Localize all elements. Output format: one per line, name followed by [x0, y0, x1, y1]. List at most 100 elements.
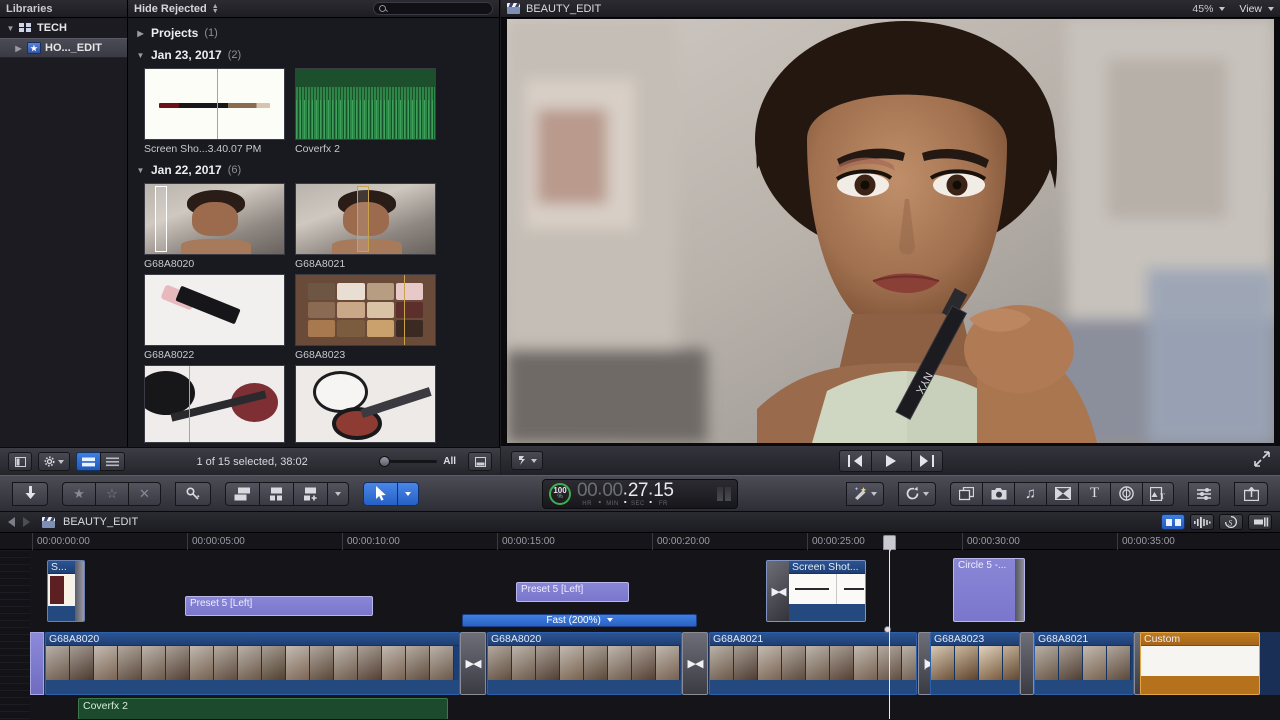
enhancement-button[interactable] — [846, 481, 884, 506]
browser-clip-compact[interactable] — [295, 365, 436, 443]
chevron-down-icon[interactable] — [1219, 6, 1226, 11]
timeline-transition-4[interactable] — [1020, 632, 1034, 695]
timecode-fields[interactable]: 00 HR : 00 MIN : 27 SEC : 15 FR — [577, 481, 674, 507]
timeline-clip-g68a8020-1[interactable]: G68A8020 — [45, 632, 460, 695]
audio-meters[interactable] — [717, 486, 731, 501]
viewer-view-menu[interactable]: View — [1239, 3, 1262, 15]
search-input[interactable] — [373, 2, 493, 15]
slider-knob[interactable] — [379, 456, 391, 467]
timeline-clip-custom[interactable]: Custom — [1140, 632, 1260, 695]
transitions-button[interactable] — [1046, 481, 1078, 506]
browser-body[interactable]: ▶ Projects (1) ▼ Jan 23, 2017 (2) Screen… — [128, 18, 499, 447]
select-tool-button[interactable] — [363, 481, 397, 506]
play-button[interactable] — [870, 449, 911, 472]
browser-group-projects[interactable]: ▶ Projects (1) — [136, 22, 499, 44]
filter-stepper-icon[interactable]: ▲ ▼ — [212, 3, 219, 15]
music-button[interactable]: ♫ — [1014, 481, 1046, 506]
timeline-body[interactable]: S... Preset 5 [Left] Preset 5 [Left] Fas… — [0, 550, 1280, 719]
timeline-transition-1[interactable]: ▶◀ — [460, 632, 486, 695]
clip-thumbnail[interactable] — [295, 183, 436, 255]
primary-storyline[interactable]: G68A8020 ▶◀ G68A8020 ▶◀ G68A8021 G68A802… — [30, 632, 1280, 695]
clip-thumbnail[interactable] — [144, 274, 285, 346]
viewer-image[interactable]: NYX — [507, 19, 1274, 443]
chevron-down-icon[interactable]: ▼ — [6, 24, 15, 33]
browser-clip-g68a8021[interactable]: G68A8021 — [295, 183, 436, 270]
inspector-button[interactable] — [1188, 481, 1220, 506]
clip-thumbnail[interactable] — [295, 68, 436, 140]
timecode-frames[interactable]: 15 FR — [653, 481, 674, 507]
fullscreen-button[interactable] — [1254, 451, 1270, 470]
themes-button[interactable]: T — [1142, 481, 1174, 506]
chevron-right-icon[interactable]: ▶ — [14, 44, 23, 53]
timeline-clip-g68a8020-2[interactable]: G68A8020 — [487, 632, 682, 695]
append-button[interactable] — [293, 481, 327, 506]
storyline-handle[interactable] — [30, 632, 44, 695]
slider-track[interactable] — [379, 456, 438, 467]
timecode-seconds[interactable]: 27 SEC — [628, 481, 649, 507]
retime-button[interactable] — [898, 481, 936, 506]
onscreen-controls-button[interactable] — [511, 451, 543, 470]
edit-options-button[interactable] — [327, 481, 349, 506]
timeline-retime-bar[interactable]: Fast (200%) — [462, 614, 697, 627]
timecode-minutes[interactable]: 00 MIN — [602, 481, 623, 507]
chevron-down-icon[interactable]: ▼ — [136, 51, 145, 60]
connect-button[interactable] — [225, 481, 259, 506]
clip-thumbnail[interactable] — [295, 365, 436, 443]
clip-thumbnail[interactable] — [144, 365, 285, 443]
list-view-button[interactable] — [100, 452, 125, 471]
browser-clip-coverfx-2[interactable]: Coverfx 2 — [295, 68, 436, 155]
timeline-back-button[interactable] — [8, 517, 15, 527]
clip-duration-slider[interactable]: All — [379, 456, 456, 467]
browser-clip-g68a8022[interactable]: G68A8022 — [144, 274, 285, 361]
favorite-button[interactable]: ★ — [62, 481, 95, 506]
tools-menu-button[interactable] — [397, 481, 419, 506]
audio-skimming-toggle[interactable] — [1190, 514, 1214, 530]
chevron-down-icon[interactable] — [606, 618, 613, 623]
reject-button[interactable]: ✕ — [128, 481, 161, 506]
sidebar-item-library-tech[interactable]: ▼ TECH — [0, 18, 127, 38]
filter-label[interactable]: Hide Rejected — [134, 3, 207, 15]
playhead-handle[interactable] — [883, 535, 896, 552]
chevron-down-icon[interactable]: ▼ — [136, 166, 145, 175]
timeline-clip-g68a8021-1[interactable]: G68A8021 — [709, 632, 917, 695]
filmstrip-view-button[interactable] — [76, 452, 100, 471]
browser-clip-screenshot[interactable]: Screen Sho...3.40.07 PM — [144, 68, 285, 155]
timeline-ruler[interactable]: 00:00:00:00 00:00:05:00 00:00:10:00 00:0… — [0, 533, 1280, 552]
effects-browser-button[interactable] — [950, 481, 982, 506]
browser-group-jan-23[interactable]: ▼ Jan 23, 2017 (2) — [136, 44, 499, 66]
keyword-button[interactable] — [175, 481, 211, 506]
unrate-button[interactable]: ☆ — [95, 481, 128, 506]
clip-thumbnail[interactable] — [295, 274, 436, 346]
go-to-start-button[interactable] — [838, 449, 871, 472]
timeline-title-clip-preset5-2[interactable]: Preset 5 [Left] — [516, 582, 629, 602]
timeline-title-clip-preset5-1[interactable]: Preset 5 [Left] — [185, 596, 373, 616]
clip-thumbnail[interactable] — [144, 68, 285, 140]
browser-clip-g68a8023[interactable]: G68A8023 — [295, 274, 436, 361]
action-menu-button[interactable] — [38, 452, 70, 471]
insert-button[interactable] — [259, 481, 293, 506]
viewer-zoom-menu[interactable]: 45% — [1192, 3, 1213, 15]
timecode-hours[interactable]: 00 HR — [577, 481, 598, 507]
sidebar-toggle-button[interactable] — [8, 452, 32, 471]
import-media-button[interactable] — [12, 481, 48, 506]
browser-group-jan-22[interactable]: ▼ Jan 22, 2017 (6) — [136, 159, 499, 181]
timeline-transition-2[interactable]: ▶◀ — [682, 632, 708, 695]
timeline-connected-clip-screenshot[interactable]: S... — [47, 560, 85, 622]
go-to-end-button[interactable] — [910, 449, 943, 472]
timeline-title-clip-circle5[interactable]: Circle 5 -... — [953, 558, 1025, 622]
sidebar-item-event-beauty-edit[interactable]: ▶ ★ HO..._EDIT — [0, 38, 127, 58]
clip-appearance-toggle[interactable] — [1161, 514, 1185, 530]
browser-clip-g68a8020[interactable]: G68A8020 — [144, 183, 285, 270]
generators-button[interactable] — [1110, 481, 1142, 506]
snapping-toggle[interactable] — [1248, 514, 1272, 530]
skimming-toggle[interactable]: S — [1219, 514, 1243, 530]
timeline-clip-g68a8023[interactable]: G68A8023 — [930, 632, 1020, 695]
titles-button[interactable]: T — [1078, 481, 1110, 506]
share-button[interactable] — [1234, 481, 1268, 506]
timecode-display[interactable]: 100 % 00 HR : 00 MIN : 27 SEC : 15 FR — [542, 478, 738, 509]
timeline-clip-g68a8021-2[interactable]: G68A8021 — [1034, 632, 1134, 695]
timeline-audio-clip-coverfx2[interactable]: Coverfx 2 — [78, 698, 448, 719]
chevron-down-icon[interactable] — [1268, 6, 1274, 11]
browser-clip-brushes[interactable] — [144, 365, 285, 443]
clip-appearance-button[interactable] — [468, 452, 492, 471]
